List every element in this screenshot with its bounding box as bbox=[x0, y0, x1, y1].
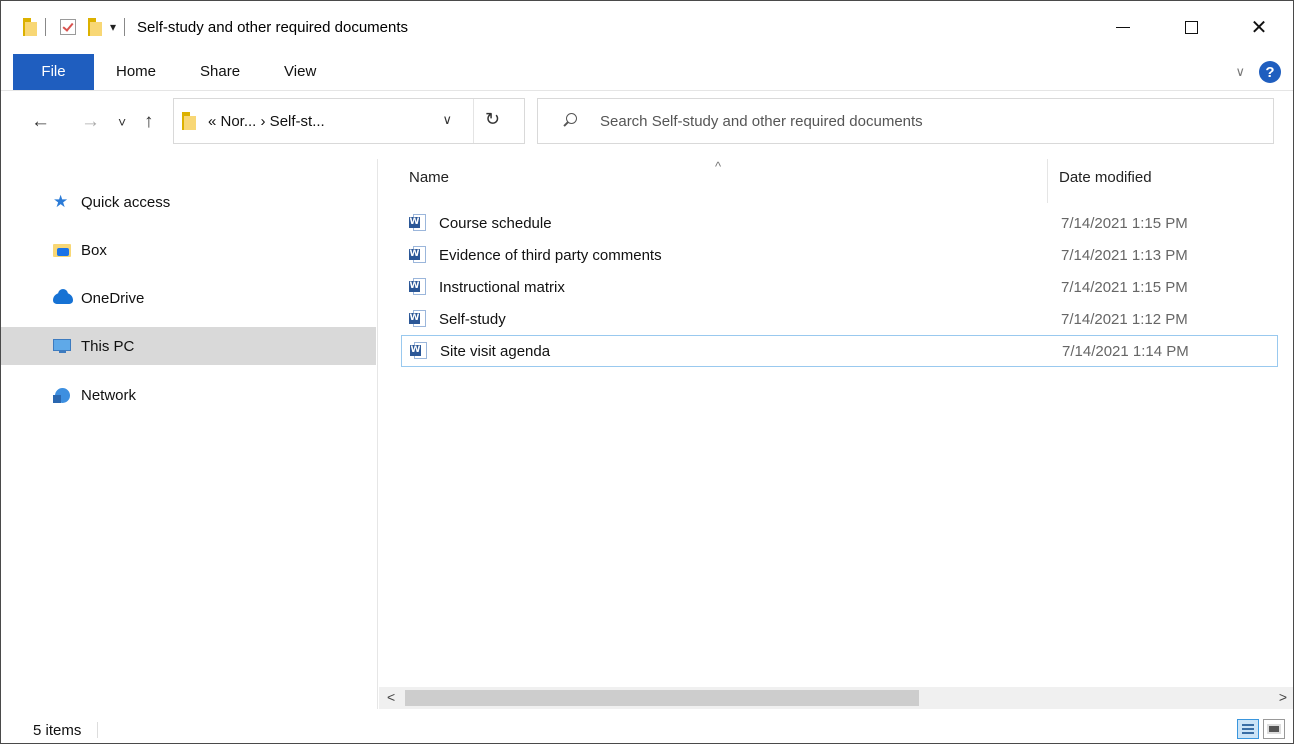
forward-button[interactable]: → bbox=[81, 111, 100, 133]
sidebar-item-box[interactable]: Box bbox=[1, 231, 376, 269]
ribbon-tabs: File Home Share View ∨ ? bbox=[1, 53, 1293, 91]
address-separator bbox=[473, 99, 474, 143]
file-name: Evidence of third party comments bbox=[439, 246, 662, 264]
file-name: Site visit agenda bbox=[440, 342, 551, 360]
word-document-icon: W bbox=[409, 246, 427, 264]
file-list: ^ Name Date modified W Course schedule 7… bbox=[379, 159, 1293, 689]
file-name: Self-study bbox=[439, 310, 506, 328]
file-date: 7/14/2021 1:12 PM bbox=[1061, 310, 1188, 328]
details-view-button[interactable] bbox=[1237, 719, 1259, 739]
large-icons-view-icon bbox=[1267, 724, 1281, 734]
search-icon bbox=[560, 111, 586, 131]
new-folder-icon[interactable] bbox=[88, 18, 102, 36]
customize-toolbar-dropdown-icon[interactable]: ▾ bbox=[110, 20, 116, 34]
file-name: Course schedule bbox=[439, 214, 552, 232]
close-button[interactable]: ✕ bbox=[1225, 1, 1293, 53]
sidebar-item-network[interactable]: Network bbox=[1, 376, 376, 414]
star-icon: ★ bbox=[53, 192, 69, 211]
explorer-window: ▾ Self-study and other required document… bbox=[0, 0, 1294, 744]
search-placeholder: Search Self-study and other required doc… bbox=[600, 112, 923, 130]
minimize-button[interactable] bbox=[1089, 1, 1157, 53]
word-document-icon: W bbox=[409, 214, 427, 232]
file-row[interactable]: W Course schedule 7/14/2021 1:15 PM bbox=[401, 207, 1278, 239]
file-row[interactable]: W Site visit agenda 7/14/2021 1:14 PM bbox=[401, 335, 1278, 367]
help-icon[interactable]: ? bbox=[1259, 61, 1281, 83]
file-row[interactable]: W Self-study 7/14/2021 1:12 PM bbox=[401, 303, 1278, 335]
toolbar-separator bbox=[45, 18, 46, 36]
tab-file[interactable]: File bbox=[13, 53, 94, 90]
network-icon bbox=[53, 387, 73, 403]
tab-view[interactable]: View bbox=[262, 63, 338, 80]
folder-icon bbox=[182, 112, 196, 130]
file-date: 7/14/2021 1:13 PM bbox=[1061, 246, 1188, 264]
file-name: Instructional matrix bbox=[439, 278, 565, 296]
sort-ascending-icon: ^ bbox=[715, 159, 722, 174]
title-separator bbox=[124, 18, 126, 36]
folder-icon[interactable] bbox=[23, 18, 37, 36]
up-button[interactable]: ↑ bbox=[144, 111, 154, 133]
item-count: 5 items bbox=[33, 721, 82, 739]
expand-ribbon-chevron-icon[interactable]: ∨ bbox=[1235, 64, 1245, 80]
box-icon bbox=[53, 242, 73, 258]
properties-icon[interactable] bbox=[60, 19, 76, 35]
file-row[interactable]: W Evidence of third party comments 7/14/… bbox=[401, 239, 1278, 271]
close-icon: ✕ bbox=[1250, 16, 1268, 39]
navigation-pane: ★ Quick access Box OneDrive This PC Netw… bbox=[1, 159, 378, 709]
word-document-icon: W bbox=[409, 278, 427, 296]
column-separator[interactable] bbox=[1047, 159, 1048, 203]
window-controls: ✕ bbox=[1089, 1, 1293, 53]
status-bar: 5 items bbox=[1, 715, 1293, 743]
maximize-button[interactable] bbox=[1157, 1, 1225, 53]
sidebar-item-this-pc[interactable]: This PC bbox=[1, 327, 376, 365]
address-bar[interactable]: « Nor... › Self-st... ∨ ↻ bbox=[173, 98, 525, 144]
address-dropdown-icon[interactable]: ∨ bbox=[442, 112, 452, 128]
recent-locations-dropdown[interactable]: ˅ bbox=[118, 114, 126, 130]
view-toggle-group bbox=[1237, 719, 1285, 739]
sidebar-item-label: This PC bbox=[81, 337, 135, 355]
maximize-icon bbox=[1184, 20, 1198, 34]
file-row[interactable]: W Instructional matrix 7/14/2021 1:15 PM bbox=[401, 271, 1278, 303]
back-button[interactable]: ← bbox=[31, 111, 50, 133]
sidebar-item-label: OneDrive bbox=[81, 289, 145, 307]
minimize-icon bbox=[1116, 26, 1130, 28]
address-breadcrumb[interactable]: « Nor... › Self-st... bbox=[208, 113, 325, 130]
sidebar-item-label: Quick access bbox=[81, 193, 171, 211]
refresh-button[interactable]: ↻ bbox=[485, 109, 500, 130]
horizontal-scrollbar[interactable]: < > bbox=[379, 687, 1293, 709]
quick-access-toolbar: ▾ Self-study and other required document… bbox=[1, 1, 408, 53]
tab-share[interactable]: Share bbox=[178, 63, 262, 80]
word-document-icon: W bbox=[410, 342, 428, 360]
large-icons-view-button[interactable] bbox=[1263, 719, 1285, 739]
scrollbar-thumb[interactable] bbox=[405, 690, 919, 706]
word-document-icon: W bbox=[409, 310, 427, 328]
scroll-left-button[interactable]: < bbox=[387, 689, 395, 705]
sidebar-item-label: Box bbox=[81, 241, 107, 259]
computer-icon bbox=[53, 338, 73, 354]
file-date: 7/14/2021 1:14 PM bbox=[1062, 342, 1189, 360]
window-title: Self-study and other required documents bbox=[137, 18, 409, 36]
title-bar: ▾ Self-study and other required document… bbox=[1, 1, 1293, 53]
tab-home[interactable]: Home bbox=[94, 63, 178, 80]
status-separator bbox=[97, 722, 99, 738]
sidebar-item-label: Network bbox=[81, 386, 137, 404]
sidebar-item-onedrive[interactable]: OneDrive bbox=[1, 279, 376, 317]
details-view-icon bbox=[1242, 724, 1254, 734]
column-header-date-modified[interactable]: Date modified bbox=[1059, 169, 1152, 186]
column-header-name[interactable]: Name bbox=[409, 169, 449, 186]
onedrive-icon bbox=[53, 289, 73, 306]
search-input[interactable]: Search Self-study and other required doc… bbox=[537, 98, 1274, 144]
ribbon-right-controls: ∨ ? bbox=[1235, 61, 1281, 83]
file-date: 7/14/2021 1:15 PM bbox=[1061, 214, 1188, 232]
sidebar-item-quick-access[interactable]: ★ Quick access bbox=[1, 183, 376, 221]
file-date: 7/14/2021 1:15 PM bbox=[1061, 278, 1188, 296]
scroll-right-button[interactable]: > bbox=[1279, 689, 1287, 705]
